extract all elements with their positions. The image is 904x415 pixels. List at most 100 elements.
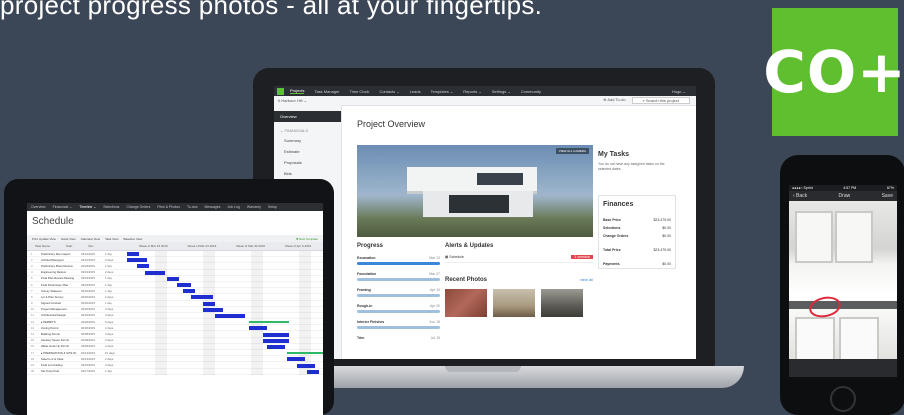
tablet-tab-selections[interactable]: Selections (103, 205, 119, 209)
task-name: Final Plan Review Meeting (41, 276, 75, 281)
task-start: 03/30/2015 (81, 301, 95, 306)
sidebar-item-estimate[interactable]: Estimate (274, 146, 341, 157)
gantt-bar[interactable] (287, 357, 305, 362)
task-duration: 2 days (105, 257, 114, 262)
gantt-bar[interactable] (127, 258, 147, 263)
alert-row[interactable]: ▦ Schedule 1 overdue (445, 255, 593, 263)
gantt-bar[interactable] (203, 301, 215, 306)
project-hero-photo[interactable]: VIEW ALL CAMERA (357, 145, 593, 237)
task-name: Architectural Design (41, 313, 67, 318)
clock: 4:57 PM (843, 186, 857, 190)
tablet-tab-job-log[interactable]: Job Log (227, 205, 239, 209)
gantt-bar[interactable] (249, 326, 267, 331)
nav-reports[interactable]: Reports ⌄ (463, 89, 481, 94)
sidebar-item-proposals[interactable]: Proposals (274, 157, 341, 168)
progress-label: Rough-in (357, 304, 373, 308)
sidebar-item-overview[interactable]: Overview (274, 111, 341, 122)
task-number: 3 (31, 263, 33, 268)
sidebar-group-financials[interactable]: ⌄ FINANCIALS (274, 122, 341, 135)
home-button[interactable] (830, 386, 856, 412)
tablet-tab-warranty[interactable]: Warranty (247, 205, 261, 209)
photo-thumbnail[interactable] (445, 289, 487, 317)
nav-leads[interactable]: Leads (410, 89, 421, 94)
battery: 67% (886, 186, 894, 190)
gantt-bar[interactable] (267, 345, 285, 349)
tablet-tab-overview[interactable]: Overview (31, 205, 46, 209)
photo-thumbnail[interactable] (541, 289, 583, 317)
task-number: 2 (31, 257, 33, 262)
tablet-tab-todos[interactable]: To-dos (187, 205, 198, 209)
progress-date: Mar 27 (429, 272, 440, 276)
gantt-bar[interactable] (203, 307, 223, 312)
nav-community[interactable]: Community (521, 89, 541, 94)
nav-settings[interactable]: Settings ⌄ (492, 89, 511, 94)
add-todo-button[interactable]: ⊕ Add To-do (603, 97, 625, 104)
toolbar-calendar-view[interactable]: Calendar View (81, 237, 100, 241)
task-number: 6 (31, 282, 33, 287)
view-camera-badge[interactable]: VIEW ALL CAMERA (555, 148, 589, 154)
gantt-bar[interactable] (297, 363, 315, 368)
back-button[interactable]: ‹ Back (793, 193, 807, 199)
overdue-badge: 1 overdue (571, 255, 593, 259)
kitchen-photo-canvas[interactable] (789, 201, 897, 361)
gantt-bar[interactable] (215, 314, 245, 318)
gantt-bar[interactable] (249, 321, 289, 324)
task-start: 03/26/2015 (81, 294, 95, 299)
task-start: 04/08/2015 (81, 338, 95, 343)
gantt-bar[interactable] (263, 332, 289, 337)
nav-time-clock[interactable]: Time Clock (350, 89, 370, 94)
task-duration: 10 days (105, 350, 115, 355)
gantt-bar[interactable] (127, 252, 139, 256)
task-number: 7 (31, 288, 33, 293)
tablet-tab-messages[interactable]: Messages (204, 205, 220, 209)
gantt-row[interactable]: 20 Set Temp Pole 04/17/2015 1 day (27, 369, 323, 375)
progress-bar (357, 326, 440, 329)
sidebar-item-summary[interactable]: Summary (274, 135, 341, 146)
task-name: Set Temp Pole (41, 369, 60, 374)
tablet-tab-files-photos[interactable]: Files & Photos (157, 205, 180, 209)
progress-date: Apr 10 (429, 288, 440, 292)
new-template-button[interactable]: ✚ New Template (296, 237, 318, 241)
progress-date: Apr 20 (429, 304, 440, 308)
nav-templates[interactable]: Templates ⌄ (431, 89, 454, 94)
nav-projects[interactable]: Projects (290, 88, 305, 94)
gantt-bar[interactable] (137, 264, 149, 269)
task-number: 8 (31, 294, 33, 299)
task-number: 16 (31, 344, 35, 349)
gantt-bar[interactable] (263, 338, 289, 343)
gantt-bar[interactable] (145, 270, 165, 275)
project-selector[interactable]: 0 Harbour Hill ⌄ (278, 98, 307, 103)
project-search-input[interactable]: ⌕ Search this project (631, 97, 690, 104)
nav-contacts[interactable]: Contacts ⌄ (379, 89, 399, 94)
toolbar-print-view[interactable]: Print Update View (32, 237, 56, 241)
task-start: 04/17/2015 (81, 369, 95, 374)
view-all-link[interactable]: view all (580, 277, 593, 283)
user-menu[interactable]: Hugo ⌄ (672, 89, 686, 94)
toolbar-baseline-view[interactable]: Baseline View (124, 237, 143, 241)
toolbar-gantt-view[interactable]: Gantt View (61, 237, 76, 241)
gantt-bar[interactable] (177, 283, 191, 287)
gantt-bar[interactable] (287, 352, 323, 355)
tablet-tab-change-orders[interactable]: Change Orders (126, 205, 150, 209)
task-number: 12 (31, 319, 35, 324)
finance-value: $0.00 (662, 226, 671, 230)
task-name: Survey Stakeout (41, 288, 62, 293)
tablet-tab-timeline[interactable]: Timeline ⌄ (79, 205, 96, 209)
gantt-bar[interactable] (167, 276, 179, 281)
cabinet-lower-right (839, 317, 879, 361)
toolbar-task-view[interactable]: Task View (105, 237, 118, 241)
save-button[interactable]: Save (882, 193, 893, 199)
gantt-bar[interactable] (183, 289, 195, 294)
gantt-bar[interactable] (191, 295, 213, 300)
app-logo-icon[interactable] (277, 87, 284, 95)
sidebar-item-bids[interactable]: Bids (274, 168, 341, 179)
gantt-bar[interactable] (307, 369, 319, 374)
progress-bar (357, 310, 440, 313)
nav-task-manager[interactable]: Task Manager (314, 89, 339, 94)
photo-thumbnail[interactable] (493, 289, 535, 317)
tablet-nav: Overview Financials ⌄ Timeline ⌄ Selecti… (27, 203, 323, 211)
task-name: Water Hook Up Permit (41, 344, 69, 349)
tablet-tab-setup[interactable]: Setup (268, 205, 277, 209)
task-duration: 3 days (105, 313, 114, 318)
tablet-tab-financials[interactable]: Financials ⌄ (53, 205, 73, 209)
